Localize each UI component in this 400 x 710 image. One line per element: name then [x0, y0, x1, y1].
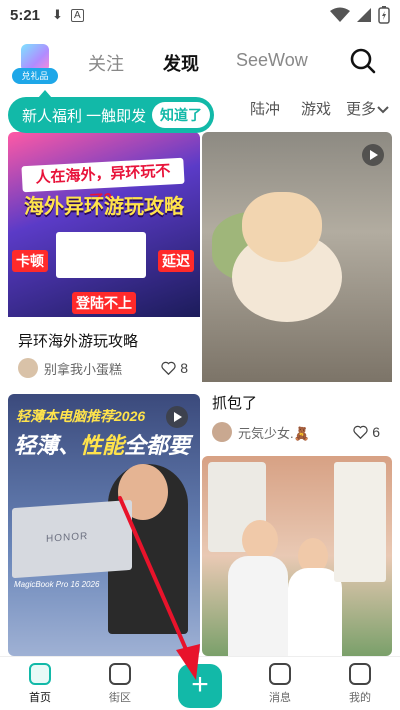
signal-icon: [357, 8, 371, 22]
card-author[interactable]: 别拿我小蛋糕: [18, 358, 122, 378]
video-icon: [166, 406, 188, 428]
profile-icon: [349, 663, 371, 685]
laptop-brand: HONOR: [46, 530, 89, 545]
avatar: [18, 358, 38, 378]
author-name: 元気少女.🧸: [238, 425, 310, 441]
a-icon: A: [70, 8, 84, 22]
home-icon: [29, 663, 51, 685]
poster-dialog: [56, 232, 146, 278]
card-title: 异环海外游玩攻略: [18, 333, 139, 350]
like-button[interactable]: 6: [353, 424, 380, 440]
nav-home[interactable]: 首页: [10, 663, 70, 705]
heart-icon: [161, 361, 176, 375]
nav-block[interactable]: 街区: [90, 663, 150, 705]
wifi-icon: [330, 7, 350, 22]
like-count: 8: [180, 360, 188, 376]
tooltip-text: 新人福利 一触即发: [22, 107, 147, 125]
poster-tag: 延迟: [158, 250, 194, 272]
status-time: 5:21: [10, 6, 41, 24]
category-luchong[interactable]: 陆冲: [250, 98, 280, 119]
battery-icon: [378, 6, 390, 24]
feed-card[interactable]: 抓包了 元気少女.🧸 6: [202, 132, 392, 447]
video-icon: [362, 144, 384, 166]
feed-card[interactable]: 轻薄本电脑推荐2026 轻薄、性能全都要 HONOR MagicBook Pro…: [8, 394, 200, 656]
status-bar: 5:21 ⬇ A: [0, 0, 400, 30]
like-button[interactable]: 8: [161, 360, 188, 376]
card-cover: 人在海外，异环玩不了？ 海外异环游玩攻略 卡顿 延迟 登陆不上: [8, 132, 200, 317]
publish-button[interactable]: +: [178, 664, 222, 708]
download-icon: ⬇: [52, 7, 63, 22]
tab-discover[interactable]: 发现: [163, 50, 199, 76]
like-count: 6: [372, 424, 380, 440]
nav-me-label: 我的: [349, 692, 371, 704]
nav-messages-label: 消息: [269, 692, 291, 704]
poster-title: 海外异环游玩攻略: [24, 196, 184, 218]
person-image: [242, 520, 278, 560]
newbie-tooltip: 新人福利 一触即发 知道了: [8, 90, 214, 133]
poster-tag: 卡顿: [12, 250, 48, 272]
chevron-down-icon: [377, 105, 389, 113]
card-author[interactable]: 元気少女.🧸: [212, 422, 310, 442]
avatar: [212, 422, 232, 442]
card-cover: [202, 456, 392, 656]
dog-image: [242, 192, 322, 262]
nav-home-label: 首页: [29, 692, 51, 704]
tab-follow[interactable]: 关注: [88, 50, 124, 76]
tooltip-ok-button[interactable]: 知道了: [152, 102, 210, 128]
poster-top-text: 轻薄本电脑推荐2026: [16, 408, 146, 424]
poster-headline: 人在海外，异环玩不了？: [21, 157, 185, 210]
category-game[interactable]: 游戏: [301, 98, 331, 119]
message-icon: [269, 663, 291, 685]
nav-me[interactable]: 我的: [330, 663, 390, 705]
nav-block-label: 街区: [109, 692, 131, 704]
gift-label: 兑礼品: [12, 68, 58, 84]
poster-tag: 登陆不上: [72, 292, 136, 314]
handwritten-note: [334, 462, 386, 582]
top-nav: 兑礼品 关注 发现 SeeWow: [0, 36, 400, 88]
heart-icon: [353, 425, 368, 439]
tab-seewow[interactable]: SeeWow: [236, 50, 308, 71]
nav-messages[interactable]: 消息: [250, 663, 310, 705]
shop-icon: [109, 663, 131, 685]
poster-main-text: 轻薄、性能全都要: [14, 433, 191, 458]
feed-card[interactable]: 人在海外，异环玩不了？ 海外异环游玩攻略 卡顿 延迟 登陆不上 异环海外游玩攻略…: [8, 132, 200, 388]
card-cover: [202, 132, 392, 382]
card-title: 抓包了: [212, 395, 258, 412]
laptop-image: HONOR: [12, 499, 132, 579]
category-more-button[interactable]: 更多: [346, 98, 390, 119]
search-icon[interactable]: [348, 46, 378, 76]
feed-card[interactable]: [202, 456, 392, 656]
card-cover: 轻薄本电脑推荐2026 轻薄、性能全都要 HONOR MagicBook Pro…: [8, 394, 200, 656]
category-more-label: 更多: [345, 101, 376, 118]
author-name: 别拿我小蛋糕: [44, 361, 123, 377]
poster-model: MagicBook Pro 16 2026: [14, 580, 100, 589]
gift-button[interactable]: 兑礼品: [12, 42, 58, 88]
